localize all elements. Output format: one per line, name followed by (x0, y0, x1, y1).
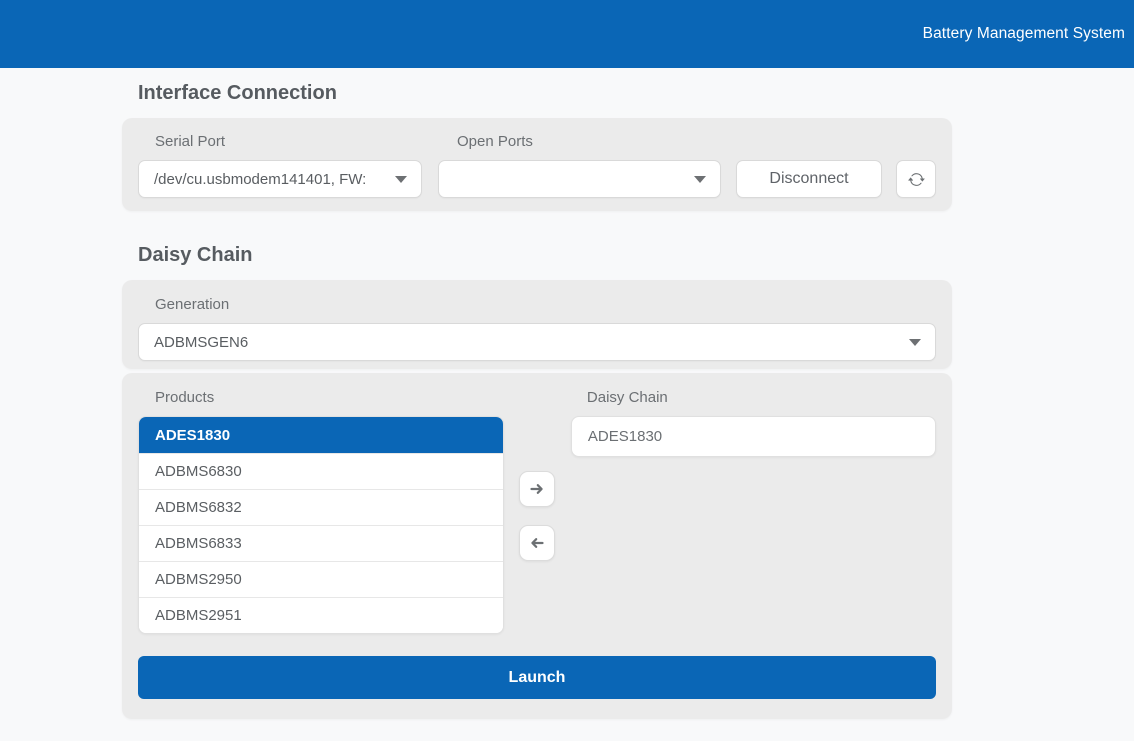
product-item-adbms6832[interactable]: ADBMS6832 (139, 489, 503, 525)
app-title: Battery Management System (923, 25, 1125, 43)
chevron-down-icon (909, 339, 921, 346)
chevron-down-icon (395, 176, 407, 183)
product-item-adbms6833[interactable]: ADBMS6833 (139, 525, 503, 561)
launch-button[interactable]: Launch (138, 656, 936, 699)
daisy-chain-list-label: Daisy Chain (587, 389, 936, 407)
launch-button-label: Launch (509, 669, 566, 687)
top-navbar: Battery Management System (0, 0, 1134, 68)
product-item-ades1830[interactable]: ADES1830 (139, 417, 503, 453)
interface-connection-title: Interface Connection (138, 68, 952, 105)
refresh-button[interactable] (896, 160, 936, 198)
page: Battery Management System Interface Conn… (0, 0, 1134, 741)
refresh-icon (908, 171, 925, 188)
daisy-chain-title: Daisy Chain (138, 244, 952, 267)
product-item-adbms6830[interactable]: ADBMS6830 (139, 453, 503, 489)
arrow-left-icon (529, 535, 545, 551)
open-ports-select[interactable] (438, 160, 721, 198)
interface-connection-panel: Serial Port Open Ports /dev/cu.usbmodem1… (122, 118, 952, 211)
products-list: ADES1830 ADBMS6830 ADBMS6832 ADBMS6833 A… (138, 416, 504, 634)
product-item-adbms2951[interactable]: ADBMS2951 (139, 597, 503, 633)
daisy-chain-item: ADES1830 (588, 428, 662, 445)
remove-from-chain-button[interactable] (519, 525, 555, 561)
serial-port-select[interactable]: /dev/cu.usbmodem141401, FW: (138, 160, 422, 198)
products-panel: Products ADES1830 ADBMS6830 ADBMS6832 AD… (122, 373, 952, 719)
open-ports-label: Open Ports (457, 133, 533, 151)
serial-port-label: Serial Port (155, 133, 440, 151)
generation-select[interactable]: ADBMSGEN6 (138, 323, 936, 361)
add-to-chain-button[interactable] (519, 471, 555, 507)
generation-panel: Generation ADBMSGEN6 (122, 280, 952, 369)
product-item-adbms2950[interactable]: ADBMS2950 (139, 561, 503, 597)
arrow-right-icon (529, 481, 545, 497)
products-label: Products (155, 389, 504, 407)
serial-port-value: /dev/cu.usbmodem141401, FW: (154, 171, 366, 188)
main-content: Interface Connection Serial Port Open Po… (122, 68, 952, 719)
generation-value: ADBMSGEN6 (154, 334, 248, 351)
transfer-arrows-column (504, 389, 571, 634)
products-column: Products ADES1830 ADBMS6830 ADBMS6832 AD… (138, 389, 504, 634)
disconnect-button[interactable]: Disconnect (736, 160, 882, 198)
chevron-down-icon (694, 176, 706, 183)
daisy-chain-column: Daisy Chain ADES1830 (571, 389, 936, 634)
generation-label: Generation (155, 296, 936, 314)
daisy-chain-list[interactable]: ADES1830 (571, 416, 936, 457)
disconnect-button-label: Disconnect (769, 170, 848, 188)
